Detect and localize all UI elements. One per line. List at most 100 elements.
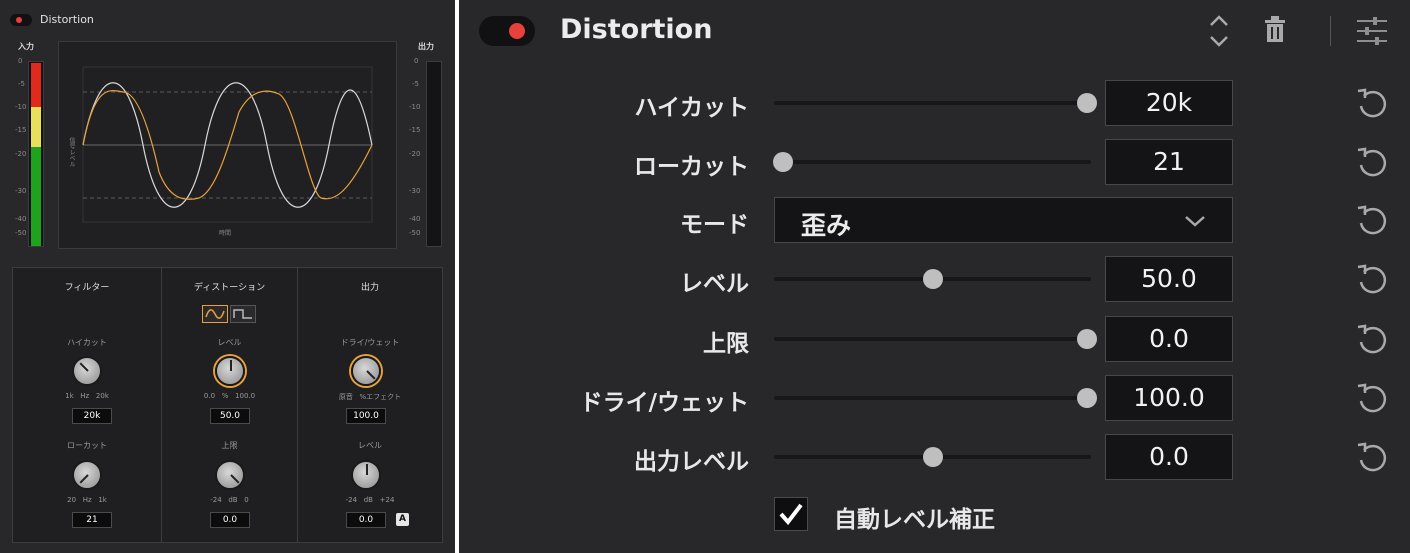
scope-x-axis-label: 時間 (219, 230, 232, 237)
reset-icon (1357, 442, 1387, 472)
output-level-value-input[interactable]: 0.0 (1105, 434, 1233, 480)
highcut-value-field[interactable]: 20k (72, 408, 112, 424)
input-scale-tick: -15 (15, 126, 27, 134)
ceiling-knob-label: 上限 (221, 441, 238, 450)
ceiling-knob[interactable] (215, 460, 245, 490)
output-level-reset-button[interactable] (1355, 440, 1389, 474)
panel-title: Distortion (560, 14, 713, 45)
waveform-graph (82, 66, 373, 223)
output-meter-label: 出力 (418, 42, 434, 51)
drywet-reset-button[interactable] (1355, 381, 1389, 415)
lowcut-knob[interactable] (72, 460, 102, 490)
distortion-section: ディストーション レベル 0.0 % 100.0 50.0 上限 -24 dB … (161, 268, 297, 542)
mode-square-button[interactable] (230, 305, 256, 323)
output-level-meter (426, 61, 442, 247)
input-meter-label: 入力 (18, 42, 34, 51)
enable-toggle[interactable] (479, 16, 535, 46)
highcut-value-input[interactable]: 20k (1105, 80, 1233, 126)
output-level-knob[interactable] (351, 460, 381, 490)
level-label: レベル (680, 271, 749, 297)
output-scale-tick: 0 (414, 57, 419, 65)
reset-icon (1357, 205, 1387, 235)
distortion-title: ディストーション (193, 283, 266, 293)
auto-level-badge[interactable]: A (396, 513, 409, 526)
output-scale-tick: -30 (409, 187, 421, 195)
sine-wave-icon (205, 309, 225, 319)
level-reset-button[interactable] (1355, 262, 1389, 296)
compact-distortion-panel: Distortion 入力 0 -5 -10 -15 -20 -30 -40 -… (0, 0, 455, 553)
drywet-knob[interactable] (351, 356, 381, 386)
drywet-slider-thumb[interactable] (1077, 388, 1097, 408)
level-slider-thumb[interactable] (923, 269, 943, 289)
output-title: 出力 (360, 283, 379, 293)
reset-icon (1357, 88, 1387, 118)
ceiling-slider-thumb[interactable] (1077, 329, 1097, 349)
input-level-meter (28, 61, 44, 247)
compact-controls: フィルター ハイカット 1k Hz 20k 20k ローカット 20 Hz 1k… (12, 267, 443, 543)
input-scale-tick: -5 (18, 80, 25, 88)
input-scale-tick: -30 (15, 187, 27, 195)
output-section: 出力 ドライ/ウェット 原音 %エフェクト 100.0 レベル -24 dB +… (297, 268, 442, 542)
reorder-button[interactable] (1207, 12, 1231, 54)
lowcut-reset-button[interactable] (1355, 145, 1389, 179)
highcut-slider-thumb[interactable] (1077, 93, 1097, 113)
ceiling-slider[interactable] (774, 337, 1091, 341)
input-scale-tick: -10 (15, 103, 27, 111)
output-scale-tick: -5 (412, 80, 419, 88)
output-scale-tick: -40 (409, 215, 421, 223)
ceiling-value-input[interactable]: 0.0 (1105, 316, 1233, 362)
output-level-label: 出力レベル (634, 449, 749, 475)
mode-dropdown[interactable]: 歪み (774, 197, 1233, 243)
distortion-level-knob[interactable] (215, 356, 245, 386)
level-range: 0.0 % 100.0 (203, 392, 256, 400)
output-scale-tick: -10 (409, 103, 421, 111)
drywet-slider[interactable] (774, 396, 1091, 400)
chevron-down-icon (1185, 216, 1205, 227)
trash-icon (1265, 16, 1285, 42)
lowcut-value-input[interactable]: 21 (1105, 139, 1233, 185)
auto-level-checkbox[interactable] (774, 497, 808, 531)
delete-button[interactable] (1263, 14, 1287, 50)
level-value-input[interactable]: 50.0 (1105, 256, 1233, 302)
lowcut-value-field[interactable]: 21 (72, 512, 112, 528)
compact-enable-toggle[interactable] (10, 14, 32, 26)
meter-green-segment (31, 147, 41, 246)
ceiling-value-field[interactable]: 0.0 (210, 512, 250, 528)
highcut-knob[interactable] (72, 356, 102, 386)
level-knob-label: レベル (217, 338, 242, 347)
input-scale-tick: -40 (15, 215, 27, 223)
drywet-value-field[interactable]: 100.0 (346, 408, 386, 424)
header-divider (1330, 16, 1331, 46)
drywet-value-input[interactable]: 100.0 (1105, 375, 1233, 421)
reset-icon (1357, 147, 1387, 177)
highcut-label: ハイカット (634, 95, 749, 121)
mode-selected-value: 歪み (801, 211, 852, 240)
lowcut-slider[interactable] (774, 160, 1091, 164)
chevron-up-down-icon (1210, 15, 1228, 47)
ceiling-label: 上限 (703, 331, 749, 357)
drywet-range: 原音 %エフェクト (338, 393, 402, 401)
settings-button[interactable] (1355, 14, 1389, 52)
output-scale-tick: -15 (409, 126, 421, 134)
output-level-value-field[interactable]: 0.0 (346, 512, 386, 528)
highcut-reset-button[interactable] (1355, 86, 1389, 120)
output-level-slider-thumb[interactable] (923, 447, 943, 467)
reset-icon (1357, 383, 1387, 413)
lowcut-range: 20 Hz 1k (67, 496, 107, 504)
reset-icon (1357, 324, 1387, 354)
ceiling-reset-button[interactable] (1355, 322, 1389, 356)
highcut-slider[interactable] (774, 101, 1091, 105)
mode-reset-button[interactable] (1355, 203, 1389, 237)
auto-level-label: 自動レベル補正 (834, 507, 995, 533)
compact-header: Distortion (0, 0, 455, 38)
drywet-knob-label: ドライ/ウェット (340, 338, 400, 347)
output-scale-tick: -20 (409, 150, 421, 158)
lowcut-slider-thumb[interactable] (773, 152, 793, 172)
waveform-scope: 信号レベル 時間 (58, 41, 397, 249)
mode-sine-button[interactable] (202, 305, 228, 323)
highcut-knob-label: ハイカット (67, 338, 107, 347)
output-level-range: -24 dB +24 (345, 496, 395, 504)
level-value-field[interactable]: 50.0 (210, 408, 250, 424)
input-scale-tick: -20 (15, 150, 27, 158)
meter-red-segment (31, 63, 41, 107)
